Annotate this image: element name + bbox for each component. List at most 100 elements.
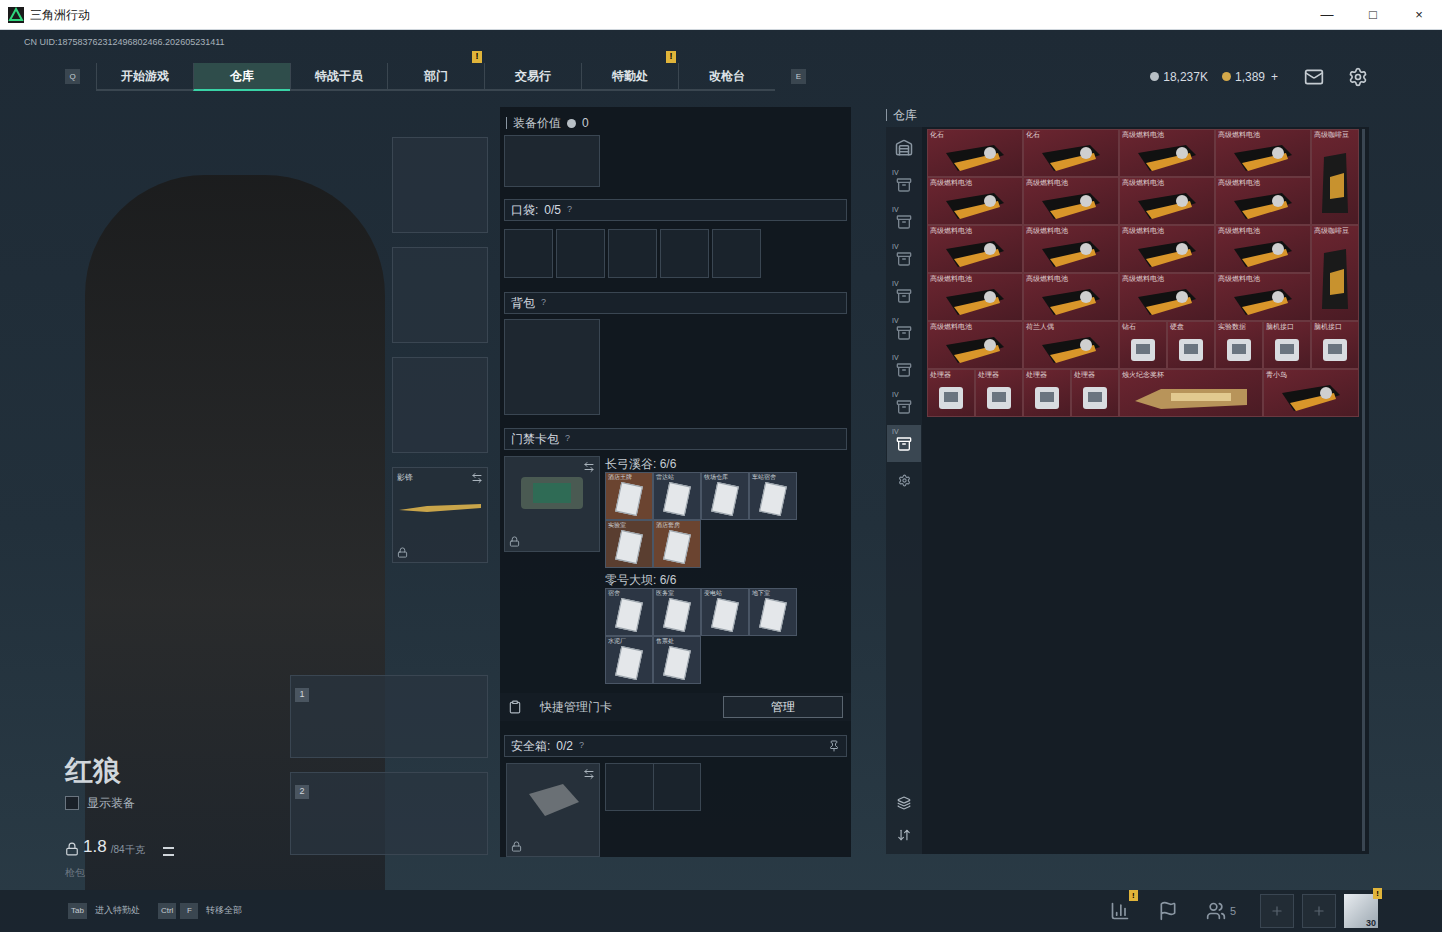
warehouse-item[interactable]: 化石: [927, 129, 1023, 177]
keycard[interactable]: 宿舍: [605, 588, 653, 636]
pocket-slot[interactable]: [660, 229, 709, 278]
warehouse-item[interactable]: 处理器: [927, 369, 975, 417]
nav-tab[interactable]: 部门!: [387, 63, 484, 91]
warehouse-item[interactable]: 处理器: [1071, 369, 1119, 417]
nav-prev-key[interactable]: Q: [65, 69, 80, 84]
keycard[interactable]: 售票处: [653, 636, 701, 684]
warehouse-item[interactable]: 化石: [1023, 129, 1119, 177]
pin-icon[interactable]: [828, 740, 840, 752]
nav-tab[interactable]: 仓库: [193, 63, 290, 91]
flag-icon[interactable]: [1158, 901, 1178, 921]
warehouse-item[interactable]: 高级燃料电池: [1119, 273, 1215, 321]
warehouse-tab[interactable]: IV: [887, 425, 921, 462]
manage-button[interactable]: 管理: [723, 696, 843, 718]
pocket-slot[interactable]: [608, 229, 657, 278]
keycard[interactable]: 医务室: [653, 588, 701, 636]
warehouse-item[interactable]: 处理器: [1023, 369, 1071, 417]
warehouse-tab[interactable]: IV: [887, 240, 921, 277]
warehouse-item[interactable]: 高级燃料电池: [927, 321, 1023, 369]
warehouse-tab[interactable]: [887, 129, 921, 166]
warehouse-tab[interactable]: IV: [887, 351, 921, 388]
invite-slot[interactable]: [1302, 894, 1336, 928]
friends[interactable]: 5: [1206, 901, 1236, 921]
warehouse-tab[interactable]: IV: [887, 203, 921, 240]
stats-icon[interactable]: [1110, 901, 1130, 921]
keycard[interactable]: 水泥厂: [605, 636, 653, 684]
warehouse-item[interactable]: 高级燃料电池: [927, 225, 1023, 273]
player-avatar[interactable]: 30!: [1344, 894, 1378, 928]
help-icon[interactable]: ?: [541, 296, 546, 310]
backpack-slot[interactable]: [504, 319, 600, 415]
swap-icon[interactable]: [583, 768, 595, 780]
melee-slot[interactable]: 影锋: [392, 467, 488, 563]
settings-icon[interactable]: [1348, 67, 1368, 87]
keycard[interactable]: 酒店套房: [653, 520, 701, 568]
help-icon[interactable]: ?: [579, 739, 584, 753]
warehouse-tab[interactable]: IV: [887, 166, 921, 203]
warehouse-tab[interactable]: IV: [887, 388, 921, 425]
warehouse-item[interactable]: 高级咖啡豆: [1311, 129, 1359, 225]
window-control-button[interactable]: □: [1350, 0, 1396, 29]
warehouse-item[interactable]: 钻石: [1119, 321, 1167, 369]
warehouse-item[interactable]: 烛火纪念奖杯: [1119, 369, 1263, 417]
warehouse-item[interactable]: 高级燃料电池: [927, 273, 1023, 321]
checkbox[interactable]: [65, 796, 79, 810]
keycard[interactable]: 实验室: [605, 520, 653, 568]
window-control-button[interactable]: —: [1304, 0, 1350, 29]
weapon-slot[interactable]: 1: [290, 675, 488, 758]
helmet-slot[interactable]: [392, 137, 488, 233]
warehouse-item[interactable]: 脑机接口: [1311, 321, 1359, 369]
swap-icon[interactable]: [583, 461, 595, 473]
scrollbar[interactable]: [1362, 129, 1365, 851]
warehouse-tab[interactable]: [887, 462, 921, 499]
list-icon[interactable]: [163, 847, 174, 856]
nav-tab[interactable]: 特战干员: [290, 63, 387, 91]
weapon-slot[interactable]: 2: [290, 772, 488, 855]
nav-next-key[interactable]: E: [791, 69, 806, 84]
keycard[interactable]: 酒店王牌: [605, 472, 653, 520]
layers-icon[interactable]: [897, 796, 911, 810]
pocket-slot[interactable]: [504, 229, 553, 278]
sort-icon[interactable]: [897, 828, 911, 842]
warehouse-item[interactable]: 硬盘: [1167, 321, 1215, 369]
warehouse-item[interactable]: 高级燃料电池: [1023, 177, 1119, 225]
warehouse-item[interactable]: 高级燃料电池: [1215, 177, 1311, 225]
warehouse-item[interactable]: 荷兰人偶: [1023, 321, 1119, 369]
warehouse-item[interactable]: 高级燃料电池: [1119, 225, 1215, 273]
warehouse-item[interactable]: 高级燃料电池: [1215, 273, 1311, 321]
swap-icon[interactable]: [471, 472, 483, 484]
warehouse-item[interactable]: 高级燃料电池: [1215, 129, 1311, 177]
warehouse-item[interactable]: 高级燃料电池: [1119, 129, 1215, 177]
warehouse-item[interactable]: 高级燃料电池: [1023, 273, 1119, 321]
keycard[interactable]: 变电站: [701, 588, 749, 636]
help-icon[interactable]: ?: [567, 203, 572, 217]
armor-slot[interactable]: [392, 247, 488, 343]
chest-rig-slot[interactable]: [504, 135, 600, 187]
warehouse-item[interactable]: 处理器: [975, 369, 1023, 417]
keycard[interactable]: 雷达站: [653, 472, 701, 520]
nav-tab[interactable]: 开始游戏: [96, 63, 193, 91]
invite-slot[interactable]: [1260, 894, 1294, 928]
warehouse-item[interactable]: 高级燃料电池: [927, 177, 1023, 225]
nav-tab[interactable]: 特勤处!: [581, 63, 678, 91]
help-icon[interactable]: ?: [565, 432, 570, 446]
warehouse-item[interactable]: 高级咖啡豆: [1311, 225, 1359, 321]
keycard[interactable]: 地下室: [749, 588, 797, 636]
safe-box-slot[interactable]: [506, 763, 600, 857]
nav-tab[interactable]: 交易行: [484, 63, 581, 91]
key-hint[interactable]: CtrlF转移全部: [158, 903, 242, 919]
warehouse-item[interactable]: 高级燃料电池: [1023, 225, 1119, 273]
warehouse-item[interactable]: 青小鸟: [1263, 369, 1359, 417]
keycard-case-slot[interactable]: [504, 456, 600, 552]
window-control-button[interactable]: ×: [1396, 0, 1442, 29]
show-equipment-toggle[interactable]: 显示装备: [65, 794, 174, 812]
warehouse-item[interactable]: 脑机接口: [1263, 321, 1311, 369]
keycard[interactable]: 牧场仓库: [701, 472, 749, 520]
warehouse-tab[interactable]: IV: [887, 277, 921, 314]
warehouse-item[interactable]: 高级燃料电池: [1215, 225, 1311, 273]
warehouse-tab[interactable]: IV: [887, 314, 921, 351]
mail-icon[interactable]: [1304, 67, 1324, 87]
pistol-slot[interactable]: [392, 357, 488, 453]
key-hint[interactable]: Tab进入特勤处: [68, 903, 140, 919]
warehouse-item[interactable]: 实验数据: [1215, 321, 1263, 369]
